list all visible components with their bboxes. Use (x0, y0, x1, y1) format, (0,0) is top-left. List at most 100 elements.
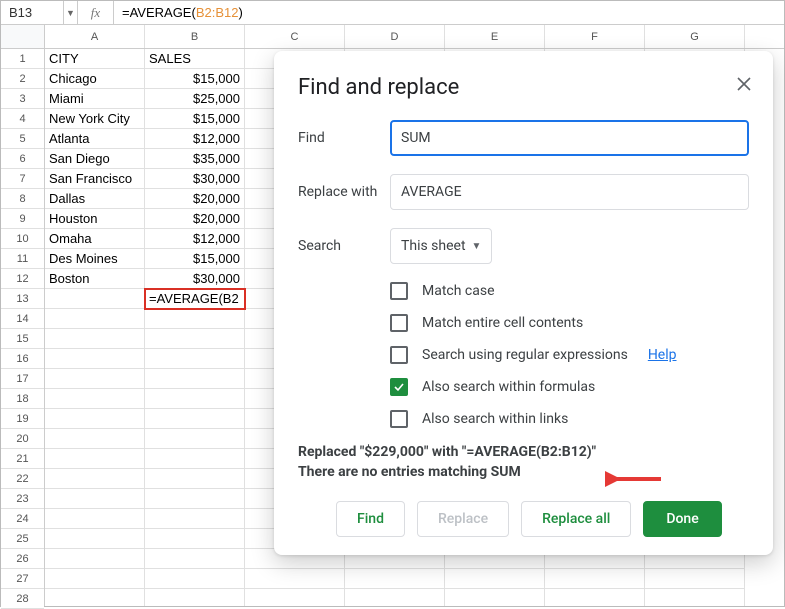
regex-checkbox[interactable] (390, 346, 408, 364)
within-formulas-checkbox[interactable] (390, 378, 408, 396)
cell[interactable]: Dallas (45, 189, 145, 209)
cell[interactable]: $12,000 (145, 229, 245, 249)
cell[interactable]: Boston (45, 269, 145, 289)
cell[interactable]: Houston (45, 209, 145, 229)
cell[interactable] (145, 309, 245, 329)
name-box[interactable]: B13 (1, 1, 64, 24)
row-header[interactable]: 4 (1, 109, 44, 129)
cell[interactable] (445, 589, 545, 606)
match-entire-checkbox[interactable] (390, 314, 408, 332)
column-header[interactable]: C (245, 25, 345, 48)
row-header[interactable]: 16 (1, 349, 44, 369)
row-header[interactable]: 28 (1, 589, 44, 609)
column-header[interactable]: F (545, 25, 645, 48)
row-header[interactable]: 13 (1, 289, 44, 309)
cell[interactable] (145, 489, 245, 509)
cell[interactable] (145, 409, 245, 429)
cell[interactable] (45, 589, 145, 606)
name-box-dropdown[interactable]: ▼ (64, 1, 78, 24)
row-header[interactable]: 18 (1, 389, 44, 409)
row-header[interactable]: 24 (1, 509, 44, 529)
row-header[interactable]: 21 (1, 449, 44, 469)
cell[interactable]: Miami (45, 89, 145, 109)
find-input[interactable] (390, 120, 749, 156)
cell[interactable]: San Francisco (45, 169, 145, 189)
cell[interactable]: $30,000 (145, 269, 245, 289)
cell[interactable] (145, 389, 245, 409)
cell[interactable] (45, 329, 145, 349)
row-header[interactable]: 14 (1, 309, 44, 329)
row-header[interactable]: 19 (1, 409, 44, 429)
row-header[interactable]: 22 (1, 469, 44, 489)
cell[interactable] (45, 569, 145, 589)
column-header[interactable]: E (445, 25, 545, 48)
row-header[interactable]: 6 (1, 149, 44, 169)
cell[interactable] (145, 449, 245, 469)
row-header[interactable]: 15 (1, 329, 44, 349)
row-header[interactable]: 25 (1, 529, 44, 549)
replace-button[interactable]: Replace (417, 501, 509, 537)
cell[interactable]: $30,000 (145, 169, 245, 189)
cell[interactable] (145, 429, 245, 449)
cell[interactable] (45, 309, 145, 329)
row-header[interactable]: 2 (1, 69, 44, 89)
row-header[interactable]: 5 (1, 129, 44, 149)
cell[interactable] (45, 529, 145, 549)
cell[interactable] (245, 589, 345, 606)
cell[interactable] (245, 569, 345, 589)
search-scope-select[interactable]: This sheet ▼ (390, 228, 492, 264)
row-header[interactable]: 8 (1, 189, 44, 209)
cell[interactable]: $25,000 (145, 89, 245, 109)
cell[interactable] (145, 369, 245, 389)
cell[interactable] (545, 589, 645, 606)
row-header[interactable]: 23 (1, 489, 44, 509)
cell[interactable]: $20,000 (145, 189, 245, 209)
cell[interactable] (45, 469, 145, 489)
cell[interactable]: Chicago (45, 69, 145, 89)
cell[interactable] (45, 489, 145, 509)
row-header[interactable]: 27 (1, 569, 44, 589)
row-header[interactable]: 7 (1, 169, 44, 189)
cell[interactable]: $12,000 (145, 129, 245, 149)
column-header[interactable]: D (345, 25, 445, 48)
cell[interactable] (145, 329, 245, 349)
select-all-corner[interactable] (1, 25, 44, 49)
replace-input[interactable] (390, 174, 749, 210)
cell[interactable]: Atlanta (45, 129, 145, 149)
column-header[interactable]: G (645, 25, 745, 48)
cell[interactable]: =AVERAGE(B2 (145, 289, 245, 309)
cell[interactable] (45, 389, 145, 409)
replace-all-button[interactable]: Replace all (521, 501, 631, 537)
cell[interactable]: $15,000 (145, 249, 245, 269)
done-button[interactable]: Done (643, 501, 721, 537)
cell[interactable]: San Diego (45, 149, 145, 169)
cell[interactable]: CITY (45, 49, 145, 69)
column-header[interactable]: A (45, 25, 145, 48)
cell[interactable] (445, 569, 545, 589)
cell[interactable]: $15,000 (145, 69, 245, 89)
row-header[interactable]: 3 (1, 89, 44, 109)
row-header[interactable]: 11 (1, 249, 44, 269)
row-header[interactable]: 10 (1, 229, 44, 249)
cell[interactable]: SALES (145, 49, 245, 69)
within-links-checkbox[interactable] (390, 410, 408, 428)
cell[interactable]: New York City (45, 109, 145, 129)
cell[interactable] (45, 409, 145, 429)
column-header[interactable]: B (145, 25, 245, 48)
cell[interactable] (45, 289, 145, 309)
cell[interactable] (145, 529, 245, 549)
cell[interactable] (145, 509, 245, 529)
cell[interactable] (645, 589, 745, 606)
row-header[interactable]: 12 (1, 269, 44, 289)
cell[interactable]: $20,000 (145, 209, 245, 229)
cell[interactable] (145, 569, 245, 589)
cell[interactable]: Des Moines (45, 249, 145, 269)
cell[interactable] (145, 589, 245, 606)
row-header[interactable]: 26 (1, 549, 44, 569)
match-case-checkbox[interactable] (390, 282, 408, 300)
formula-input[interactable]: =AVERAGE(B2:B12) (114, 5, 784, 20)
cell[interactable] (45, 449, 145, 469)
cell[interactable]: $15,000 (145, 109, 245, 129)
cell[interactable] (45, 349, 145, 369)
cell[interactable]: Omaha (45, 229, 145, 249)
